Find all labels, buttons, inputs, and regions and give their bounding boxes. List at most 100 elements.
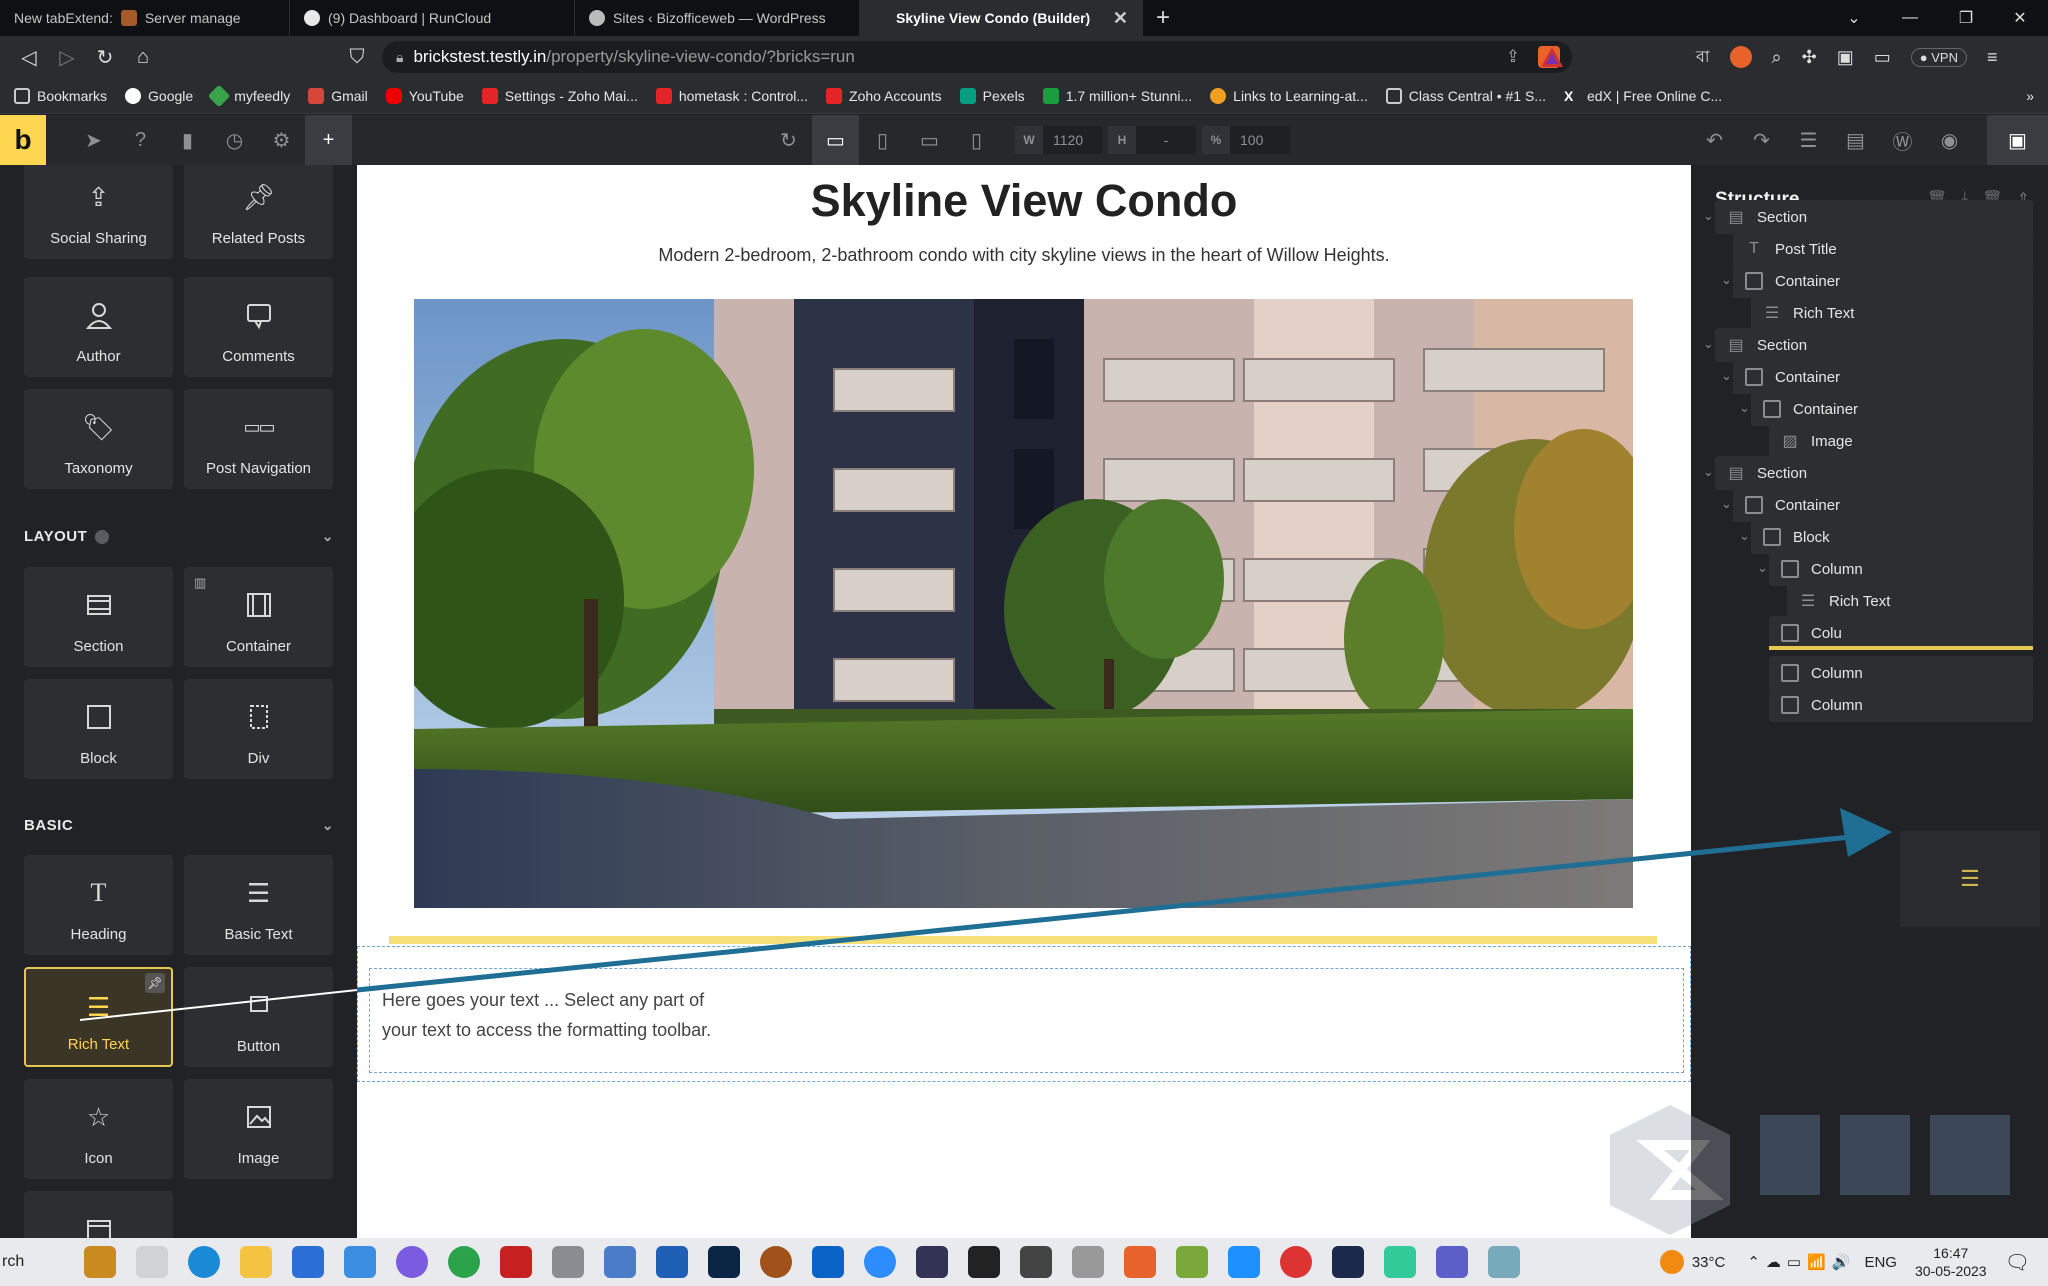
layout-category-header[interactable]: LAYOUT ⌄ <box>24 528 334 545</box>
tab-search-chevron-icon[interactable]: ⌄ <box>1826 0 1882 36</box>
back-icon[interactable]: ◁ <box>10 45 48 70</box>
task-view-icon[interactable] <box>136 1246 169 1278</box>
element-block[interactable]: Block <box>24 679 173 779</box>
chevron-down-icon[interactable]: ⌄ <box>1703 336 1714 352</box>
mobile-portrait-icon[interactable]: ▯ <box>953 115 1000 165</box>
onedrive-icon[interactable] <box>812 1246 845 1278</box>
pin-icon[interactable]: 📌︎ <box>145 973 165 993</box>
structure-row-column[interactable]: Column <box>1769 688 2033 722</box>
briefcase-icon[interactable] <box>84 1246 117 1278</box>
element-image[interactable]: Image <box>184 1079 333 1179</box>
pages-icon[interactable]: ▮ <box>164 115 211 165</box>
store-icon[interactable] <box>292 1246 325 1278</box>
width-field[interactable]: W 1120 <box>1015 126 1103 154</box>
bookmark-item[interactable]: myfeedly <box>207 84 290 107</box>
minimize-button[interactable]: — <box>1882 0 1938 36</box>
app-icon[interactable] <box>916 1246 949 1278</box>
tablet-portrait-icon[interactable]: ▯ <box>859 115 906 165</box>
bookmark-item[interactable]: Settings - Zoho Mai... <box>481 87 638 104</box>
translate-icon[interactable]: বা <box>1696 44 1710 71</box>
edge-icon[interactable] <box>188 1246 221 1278</box>
save-icon[interactable]: ▣ <box>1987 115 2048 165</box>
bookmark-item[interactable]: Gmail <box>308 87 368 104</box>
network-icon[interactable] <box>604 1246 637 1278</box>
bookmark-item[interactable]: XedX | Free Online C... <box>1564 88 1722 104</box>
hero-image[interactable] <box>414 299 1633 908</box>
bookmark-item[interactable]: Zoho Accounts <box>826 87 942 104</box>
rich-text-column-outline[interactable]: Here goes your text ... Select any part … <box>369 968 1684 1073</box>
reload-icon[interactable]: ↻ <box>86 45 124 70</box>
clock[interactable]: 16:47 30-05-2023 <box>1915 1244 1987 1280</box>
filezilla-icon[interactable] <box>500 1246 533 1278</box>
element-comments[interactable]: Comments <box>184 277 333 377</box>
element-author[interactable]: Author <box>24 277 173 377</box>
structure-icon[interactable]: ☰ <box>1785 115 1832 165</box>
chevron-down-icon[interactable]: ⌄ <box>1721 272 1732 288</box>
element-section[interactable]: Section <box>24 567 173 667</box>
weather-temp[interactable]: 33°C <box>1692 1254 1726 1271</box>
teams-icon[interactable] <box>1436 1246 1469 1278</box>
pen-icon[interactable] <box>1072 1246 1105 1278</box>
builder-canvas[interactable]: Skyline View Condo Modern 2-bedroom, 2-b… <box>357 165 1691 1238</box>
app-icon[interactable] <box>760 1246 793 1278</box>
chevron-down-icon[interactable]: ⌄ <box>1721 368 1732 384</box>
bookmark-item[interactable]: YouTube <box>385 87 464 104</box>
copilot-icon[interactable] <box>396 1246 429 1278</box>
app-icon[interactable] <box>1384 1246 1417 1278</box>
app-icon[interactable] <box>1488 1246 1521 1278</box>
bookmark-item[interactable]: Google <box>125 87 193 104</box>
tab-skyline-builder[interactable]: Skyline View Condo (Builder) ✕ <box>860 0 1143 36</box>
structure-row-section[interactable]: ▤ Section <box>1715 456 2033 490</box>
photoshop-icon[interactable] <box>708 1246 741 1278</box>
page-subtitle[interactable]: Modern 2-bedroom, 2-bathroom condo with … <box>357 245 1691 266</box>
restore-button[interactable]: ❐ <box>1938 0 1994 36</box>
wordpress-icon[interactable]: Ⓦ <box>1879 115 1926 165</box>
rich-text-content[interactable]: Here goes your text ... Select any part … <box>382 985 712 1045</box>
close-window-button[interactable]: ✕ <box>1992 0 2048 36</box>
url-field[interactable]: 🔒︎ brickstest.testly.in/property/skyline… <box>382 41 1572 73</box>
bookmark-item[interactable]: Pexels <box>959 87 1025 104</box>
settings-gear-icon[interactable]: ⚙ <box>258 115 305 165</box>
bookmark-item[interactable]: Links to Learning-at... <box>1210 87 1368 104</box>
structure-row-image[interactable]: ▨ Image <box>1769 424 2033 458</box>
bookmark-item[interactable]: 1.7 million+ Stunni... <box>1042 87 1192 104</box>
close-tab-icon[interactable]: ✕ <box>1113 8 1128 29</box>
structure-row-section[interactable]: ▤ Section <box>1715 328 2033 362</box>
structure-row-column[interactable]: Column <box>1769 552 2033 586</box>
structure-row-container[interactable]: Container <box>1751 392 2033 426</box>
mail-icon[interactable] <box>344 1246 377 1278</box>
weather-icon[interactable] <box>1659 1250 1684 1274</box>
element-button[interactable]: Button <box>184 967 333 1067</box>
chevron-down-icon[interactable]: ⌄ <box>1739 528 1750 544</box>
chevron-down-icon[interactable]: ⌄ <box>1703 464 1714 480</box>
bricks-logo[interactable]: b <box>0 115 46 165</box>
rich-text-block-outline[interactable]: Here goes your text ... Select any part … <box>357 946 1691 1082</box>
redo-icon[interactable]: ↷ <box>1738 115 1785 165</box>
height-field[interactable]: H - <box>1108 126 1196 154</box>
structure-row-rich-text[interactable]: ☰ Rich Text <box>1751 296 2033 330</box>
templates-folder-icon[interactable]: ▤ <box>1832 115 1879 165</box>
element-social-sharing[interactable]: ⇪ Social Sharing <box>24 165 173 259</box>
refresh-icon[interactable]: ↻ <box>765 115 812 165</box>
chevron-down-icon[interactable]: ⌄ <box>1739 400 1750 416</box>
new-tab-button[interactable]: + <box>1143 4 1183 32</box>
select-cursor-icon[interactable]: ➤ <box>70 115 117 165</box>
language-indicator[interactable]: ENG <box>1864 1254 1897 1271</box>
element-icon[interactable]: ☆ Icon <box>24 1079 173 1179</box>
calculator-icon[interactable] <box>552 1246 585 1278</box>
preview-eye-icon[interactable]: ◉ <box>1926 115 1973 165</box>
bookmark-item[interactable]: Class Central • #1 S... <box>1385 87 1546 104</box>
structure-row-post-title[interactable]: T Post Title <box>1733 232 2033 266</box>
word-icon[interactable] <box>656 1246 689 1278</box>
notifications-icon[interactable]: 🗨︎ <box>2005 1250 2030 1275</box>
home-icon[interactable]: ⌂ <box>124 46 162 69</box>
bookmark-item[interactable]: hometask : Control... <box>655 87 808 104</box>
element-rich-text[interactable]: 📌︎ ☰ Rich Text <box>24 967 173 1067</box>
share-icon[interactable]: ⇪ <box>1506 47 1520 67</box>
structure-row-column[interactable]: Column <box>1769 656 2033 690</box>
element-video[interactable] <box>24 1191 173 1238</box>
tab-wordpress[interactable]: Sites ‹ Bizofficeweb — WordPress <box>575 0 860 36</box>
structure-row-rich-text[interactable]: ☰ Rich Text <box>1787 584 2033 618</box>
element-heading[interactable]: T Heading <box>24 855 173 955</box>
browser-menu-icon[interactable]: ≡ <box>1987 47 1998 68</box>
